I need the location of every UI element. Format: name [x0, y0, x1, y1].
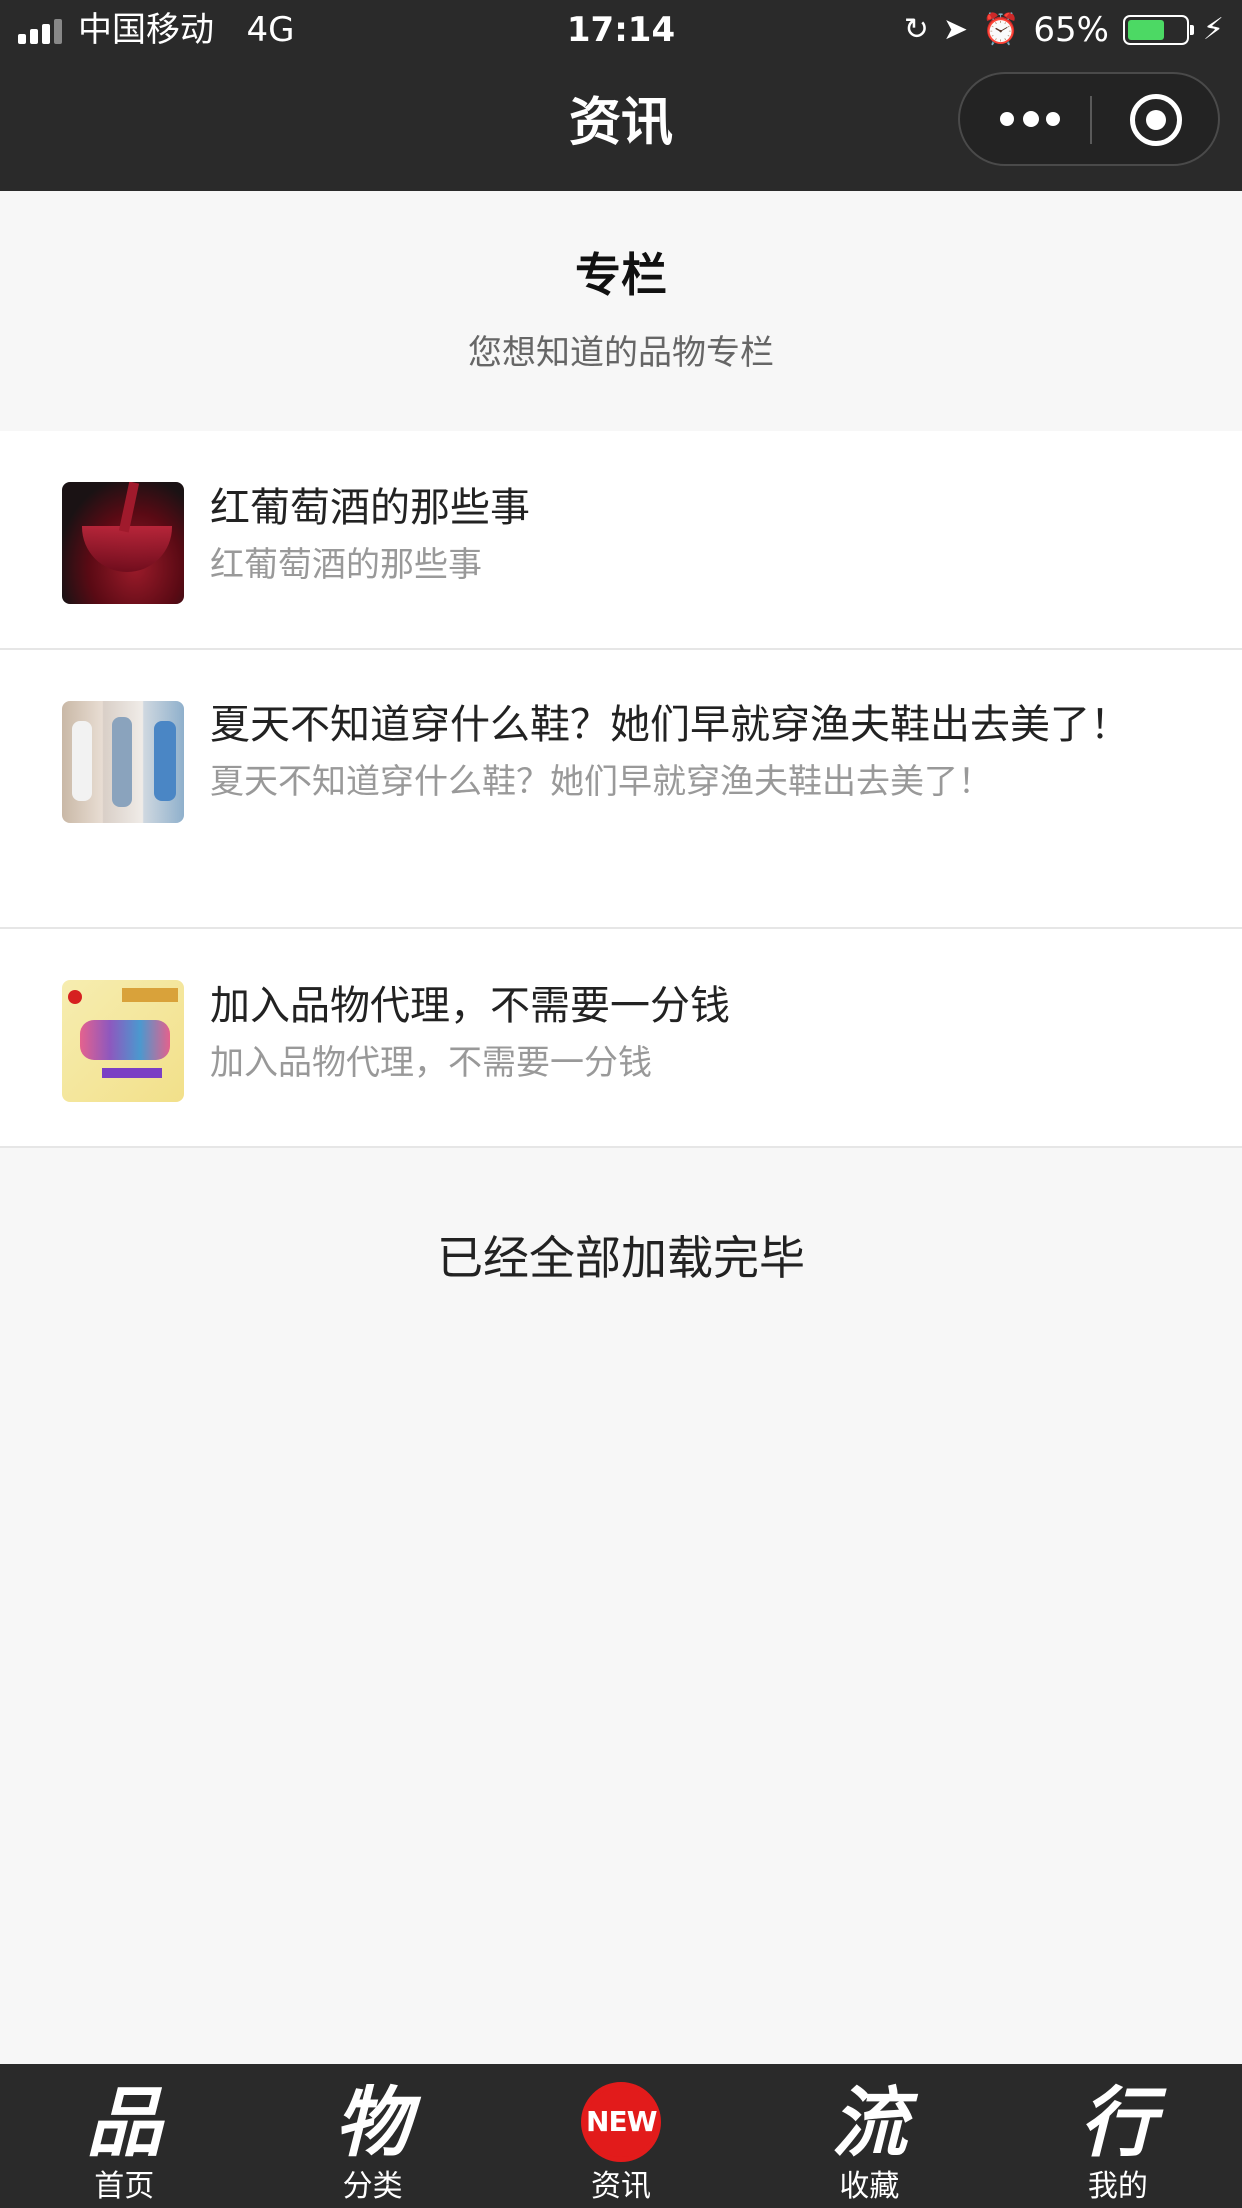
location-icon: ➤: [942, 12, 968, 47]
article-summary: 加入品物代理，不需要一分钱: [210, 1043, 652, 1083]
mini-program-capsule: [958, 72, 1220, 166]
tab-home[interactable]: 品 首页: [0, 2064, 248, 2208]
section-subtitle: 您想知道的品物专栏: [468, 333, 774, 373]
top-bar: 中国移动 4G 17:14 ↻ ➤ ⏰ 65% ⚡ 资讯: [0, 0, 1242, 191]
join-us-poster-image: [62, 980, 184, 1102]
red-wine-glass-image: [62, 482, 184, 604]
tab-label: 首页: [94, 2169, 155, 2204]
section-title: 专栏: [575, 248, 667, 302]
list-item[interactable]: 夏天不知道穿什么鞋？她们早就穿渔夫鞋出去美了！ 夏天不知道穿什么鞋？她们早就穿渔…: [0, 650, 1242, 929]
tab-bar: 品 首页 物 分类 NEW 资讯 流 收藏 行 我的: [0, 2064, 1242, 2208]
section-header: 专栏 您想知道的品物专栏: [0, 191, 1242, 431]
charging-icon: ⚡: [1202, 12, 1224, 47]
brush-pin-icon: 品: [86, 2078, 163, 2167]
tab-news[interactable]: NEW 资讯: [497, 2064, 745, 2208]
tab-favorites[interactable]: 流 收藏: [745, 2064, 993, 2208]
list-item[interactable]: 红葡萄酒的那些事 红葡萄酒的那些事: [0, 431, 1242, 650]
new-badge-text: NEW: [586, 2105, 657, 2138]
more-dots-icon[interactable]: [1000, 111, 1060, 127]
status-bar: 中国移动 4G 17:14 ↻ ➤ ⏰ 65% ⚡: [0, 0, 1242, 60]
tab-mine[interactable]: 行 我的: [994, 2064, 1242, 2208]
brush-wu-icon: 物: [334, 2078, 411, 2167]
article-summary: 红葡萄酒的那些事: [210, 545, 482, 585]
new-badge-icon: NEW: [581, 2082, 662, 2162]
tab-label: 分类: [342, 2169, 403, 2204]
article-title: 夏天不知道穿什么鞋？她们早就穿渔夫鞋出去美了！: [210, 702, 1130, 748]
battery-level: [1127, 20, 1164, 40]
load-complete-text: 已经全部加载完毕: [437, 1231, 805, 1285]
tab-label: 收藏: [839, 2169, 900, 2204]
alarm-icon: ⏰: [981, 12, 1020, 47]
list-item[interactable]: 加入品物代理，不需要一分钱 加入品物代理，不需要一分钱: [0, 929, 1242, 1148]
brush-liu-icon: 流: [831, 2078, 908, 2167]
brush-xing-icon: 行: [1079, 2078, 1156, 2167]
tab-category[interactable]: 物 分类: [248, 2064, 496, 2208]
tab-label: 我的: [1087, 2169, 1148, 2204]
women-fashion-photo-image: [62, 701, 184, 823]
target-close-icon[interactable]: [1130, 94, 1182, 146]
orientation-lock-icon: ↻: [903, 12, 929, 47]
status-icons: ↻ ➤ ⏰ 65% ⚡: [904, 10, 1224, 50]
article-title: 红葡萄酒的那些事: [210, 485, 530, 531]
tab-label: 资讯: [591, 2169, 652, 2204]
article-list: 红葡萄酒的那些事 红葡萄酒的那些事 夏天不知道穿什么鞋？她们早就穿渔夫鞋出去美了…: [0, 431, 1242, 1148]
capsule-divider: [1090, 96, 1092, 144]
article-summary: 夏天不知道穿什么鞋？她们早就穿渔夫鞋出去美了！: [210, 762, 992, 802]
battery-percent: 65%: [1033, 10, 1109, 50]
battery-icon: [1122, 15, 1194, 45]
article-title: 加入品物代理，不需要一分钱: [210, 983, 730, 1029]
